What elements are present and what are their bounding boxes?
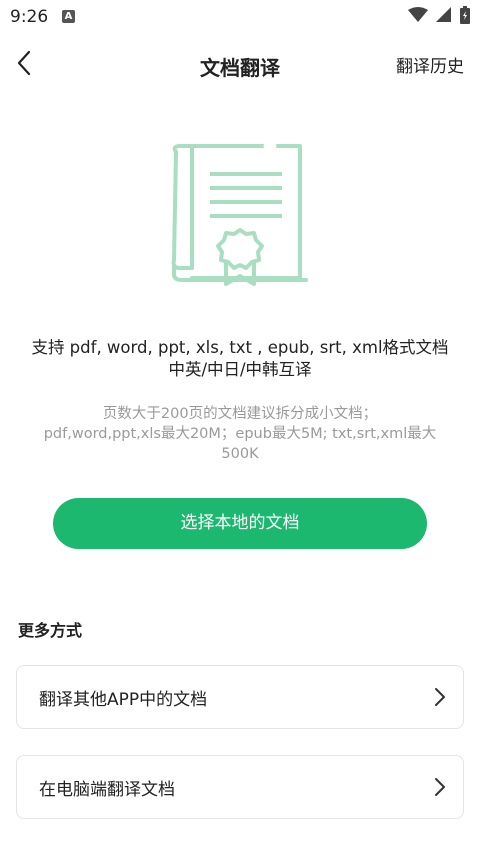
hint-line-2: pdf,word,ppt,xls最大20M；epub最大5M; txt,srt,…	[43, 426, 437, 462]
size-hint-text: 页数大于200页的文档建议拆分成小文档； pdf,word,ppt,xls最大2…	[30, 404, 450, 464]
status-icons	[408, 6, 470, 24]
signal-icon	[436, 7, 451, 22]
option-translate-other-app[interactable]: 翻译其他APP中的文档	[16, 665, 464, 729]
option-label: 翻译其他APP中的文档	[39, 690, 208, 710]
option-label: 在电脑端翻译文档	[39, 780, 175, 800]
notification-icon: A	[62, 10, 75, 23]
battery-icon	[460, 6, 470, 24]
chevron-right-icon	[435, 688, 445, 706]
option-translate-on-computer[interactable]: 在电脑端翻译文档	[16, 755, 464, 819]
document-certificate-icon	[166, 140, 314, 296]
select-local-document-button[interactable]: 选择本地的文档	[53, 498, 427, 549]
hint-line-1: 页数大于200页的文档建议拆分成小文档；	[102, 406, 378, 422]
supported-formats-text: 支持 pdf, word, ppt, xls, txt , epub, srt,…	[31, 338, 449, 379]
status-time: 9:26	[10, 7, 49, 27]
translation-history-link[interactable]: 翻译历史	[396, 52, 464, 77]
chevron-right-icon	[435, 778, 445, 796]
top-bar: 文档翻译 翻译历史	[0, 38, 480, 90]
more-methods-heading: 更多方式	[18, 621, 83, 640]
wifi-icon	[408, 7, 428, 22]
status-bar: 9:26 A	[0, 0, 480, 34]
